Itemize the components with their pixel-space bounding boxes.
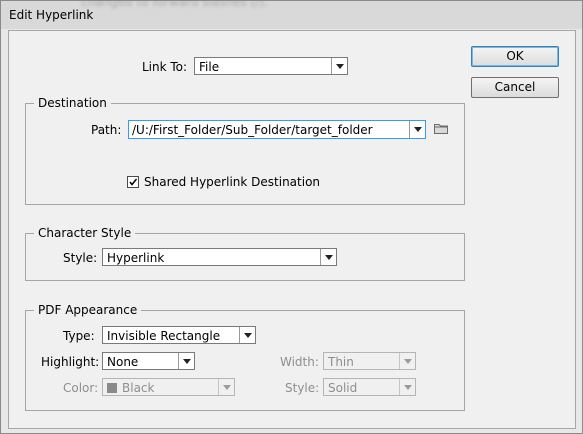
border-style-label: Style:: [285, 381, 320, 395]
chevron-down-icon[interactable]: [320, 249, 336, 265]
chevron-down-icon[interactable]: [218, 379, 234, 395]
border-style-value: Solid: [328, 381, 358, 395]
dialog-title: Edit Hyperlink: [9, 8, 94, 22]
edit-hyperlink-dialog: changed to forward slashes (/). Edit Hyp…: [0, 0, 583, 434]
chevron-down-icon[interactable]: [409, 121, 425, 138]
link-to-dropdown[interactable]: File: [194, 57, 348, 75]
type-label: Type:: [63, 329, 95, 343]
color-swatch: [107, 383, 117, 393]
character-style-dropdown[interactable]: Hyperlink: [102, 248, 337, 266]
width-label: Width:: [280, 355, 319, 369]
chevron-down-icon[interactable]: [239, 327, 255, 343]
dialog-body: OK Cancel Link To: File Destination Path…: [8, 30, 576, 429]
chevron-down-icon[interactable]: [178, 353, 194, 369]
chevron-down-icon[interactable]: [331, 58, 347, 74]
link-to-label: Link To:: [142, 60, 188, 74]
style-label: Style:: [63, 251, 98, 265]
type-value: Invisible Rectangle: [107, 329, 221, 343]
color-dropdown[interactable]: Black: [102, 378, 235, 396]
shared-destination-label: Shared Hyperlink Destination: [144, 175, 321, 189]
checkmark-icon: [129, 178, 138, 186]
background-blurred-text: changed to forward slashes (/).: [81, 1, 268, 9]
character-style-value: Hyperlink: [107, 251, 165, 265]
type-dropdown[interactable]: Invisible Rectangle: [102, 326, 256, 344]
path-combobox[interactable]: /U:/First_Folder/Sub_Folder/target_folde…: [128, 120, 426, 139]
folder-icon[interactable]: [434, 122, 448, 137]
cancel-button[interactable]: Cancel: [471, 77, 559, 98]
color-value: Black: [122, 381, 155, 395]
path-value: /U:/First_Folder/Sub_Folder/target_folde…: [132, 123, 373, 137]
character-style-group: Character Style Style: Hyperlink: [25, 226, 465, 281]
pdf-appearance-group: PDF Appearance Type: Invisible Rectangle…: [25, 303, 465, 411]
ok-button[interactable]: OK: [471, 46, 559, 67]
width-dropdown[interactable]: Thin: [323, 352, 416, 370]
highlight-label: Highlight:: [41, 355, 100, 369]
chevron-down-icon[interactable]: [399, 353, 415, 369]
destination-title: Destination: [34, 96, 111, 110]
highlight-dropdown[interactable]: None: [102, 352, 195, 370]
title-bar: changed to forward slashes (/). Edit Hyp…: [1, 1, 582, 29]
path-label: Path:: [91, 123, 122, 137]
chevron-down-icon[interactable]: [399, 379, 415, 395]
highlight-value: None: [107, 355, 139, 369]
destination-group: Destination Path: /U:/First_Folder/Sub_F…: [25, 96, 465, 205]
shared-destination-checkbox[interactable]: [127, 176, 139, 188]
width-value: Thin: [328, 355, 354, 369]
character-style-title: Character Style: [34, 226, 136, 240]
border-style-dropdown[interactable]: Solid: [323, 378, 416, 396]
pdf-appearance-title: PDF Appearance: [34, 303, 142, 317]
link-to-value: File: [199, 60, 220, 74]
color-label: Color:: [63, 381, 99, 395]
